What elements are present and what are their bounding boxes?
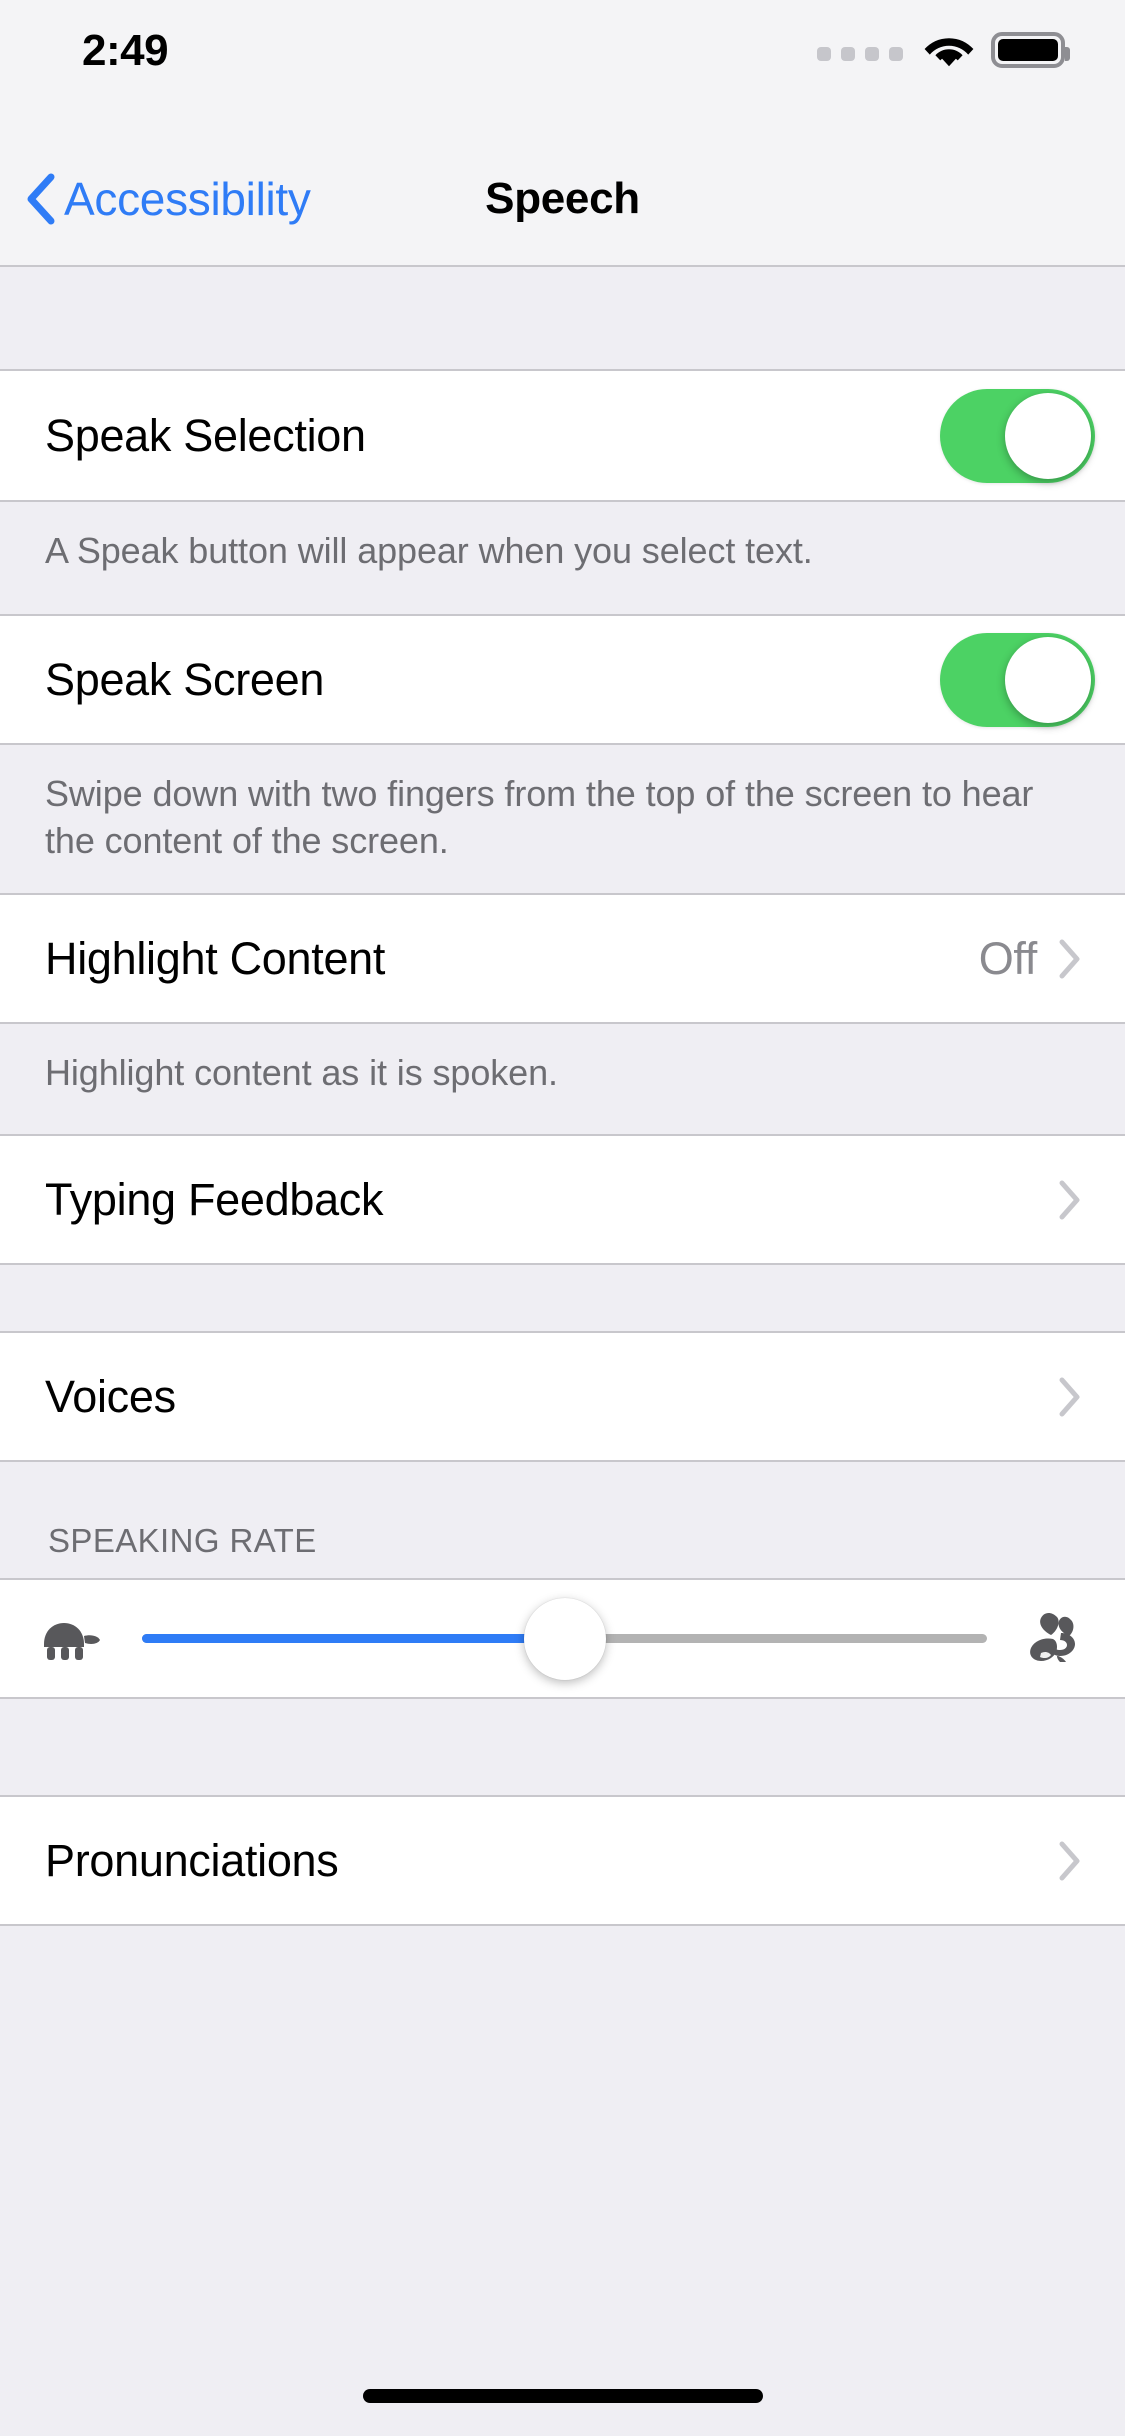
section-spacer: [0, 1699, 1125, 1795]
row-pronunciations[interactable]: Pronunciations: [0, 1795, 1125, 1926]
row-highlight-content-value: Off: [978, 932, 1038, 984]
toggle-knob: [1005, 392, 1091, 479]
row-typing-feedback[interactable]: Typing Feedback: [0, 1134, 1125, 1265]
row-typing-feedback-label: Typing Feedback: [45, 1173, 384, 1225]
status-bar: 2:49: [0, 0, 1125, 132]
speak-screen-toggle[interactable]: [940, 632, 1095, 727]
row-voices[interactable]: Voices: [0, 1331, 1125, 1462]
chevron-right-icon: [1059, 939, 1080, 978]
speaking-rate-header: SPEAKING RATE: [0, 1462, 1125, 1578]
row-speak-selection[interactable]: Speak Selection: [0, 371, 1125, 502]
footer-speak-selection: A Speak button will appear when you sele…: [0, 502, 1125, 614]
rabbit-icon: [1030, 1612, 1075, 1662]
turtle-icon: [44, 1622, 100, 1660]
footer-speak-screen: Swipe down with two fingers from the top…: [0, 745, 1125, 893]
bottom-spacer: [0, 1926, 1125, 2226]
wifi-icon: [924, 38, 974, 67]
slider-thumb[interactable]: [523, 1597, 606, 1680]
speak-selection-toggle[interactable]: [940, 388, 1095, 483]
row-speak-screen[interactable]: Speak Screen: [0, 614, 1125, 745]
cellular-signal-dots-icon: [817, 47, 903, 61]
home-indicator-area: [0, 2326, 1125, 2436]
footer-highlight-content: Highlight content as it is spoken.: [0, 1024, 1125, 1134]
row-speak-selection-label: Speak Selection: [45, 409, 366, 461]
battery-fill: [998, 39, 1058, 61]
navigation-bar: Accessibility Speech: [0, 132, 1125, 267]
row-pronunciations-label: Pronunciations: [45, 1834, 339, 1886]
speaking-rate-slider-row: [0, 1578, 1125, 1699]
chevron-right-icon: [1059, 1841, 1080, 1880]
toggle-knob: [1005, 636, 1091, 723]
battery-icon: [991, 32, 1070, 68]
chevron-right-icon: [1059, 1180, 1080, 1219]
row-speak-screen-label: Speak Screen: [45, 653, 325, 705]
row-highlight-content[interactable]: Highlight Content Off: [0, 893, 1125, 1024]
home-indicator[interactable]: [362, 2389, 763, 2403]
page-title: Speech: [485, 173, 640, 223]
settings-list: Speak Selection A Speak button will appe…: [0, 267, 1125, 2226]
slider-track-fill: [142, 1634, 565, 1643]
section-spacer: [0, 1265, 1125, 1331]
status-bar-time: 2:49: [82, 26, 169, 75]
row-voices-label: Voices: [45, 1370, 176, 1422]
status-bar-indicators: [817, 32, 1070, 68]
chevron-right-icon: [1059, 1377, 1080, 1416]
row-highlight-content-label: Highlight Content: [45, 932, 386, 984]
speaking-rate-slider[interactable]: [142, 1597, 987, 1680]
top-spacer: [0, 267, 1125, 371]
